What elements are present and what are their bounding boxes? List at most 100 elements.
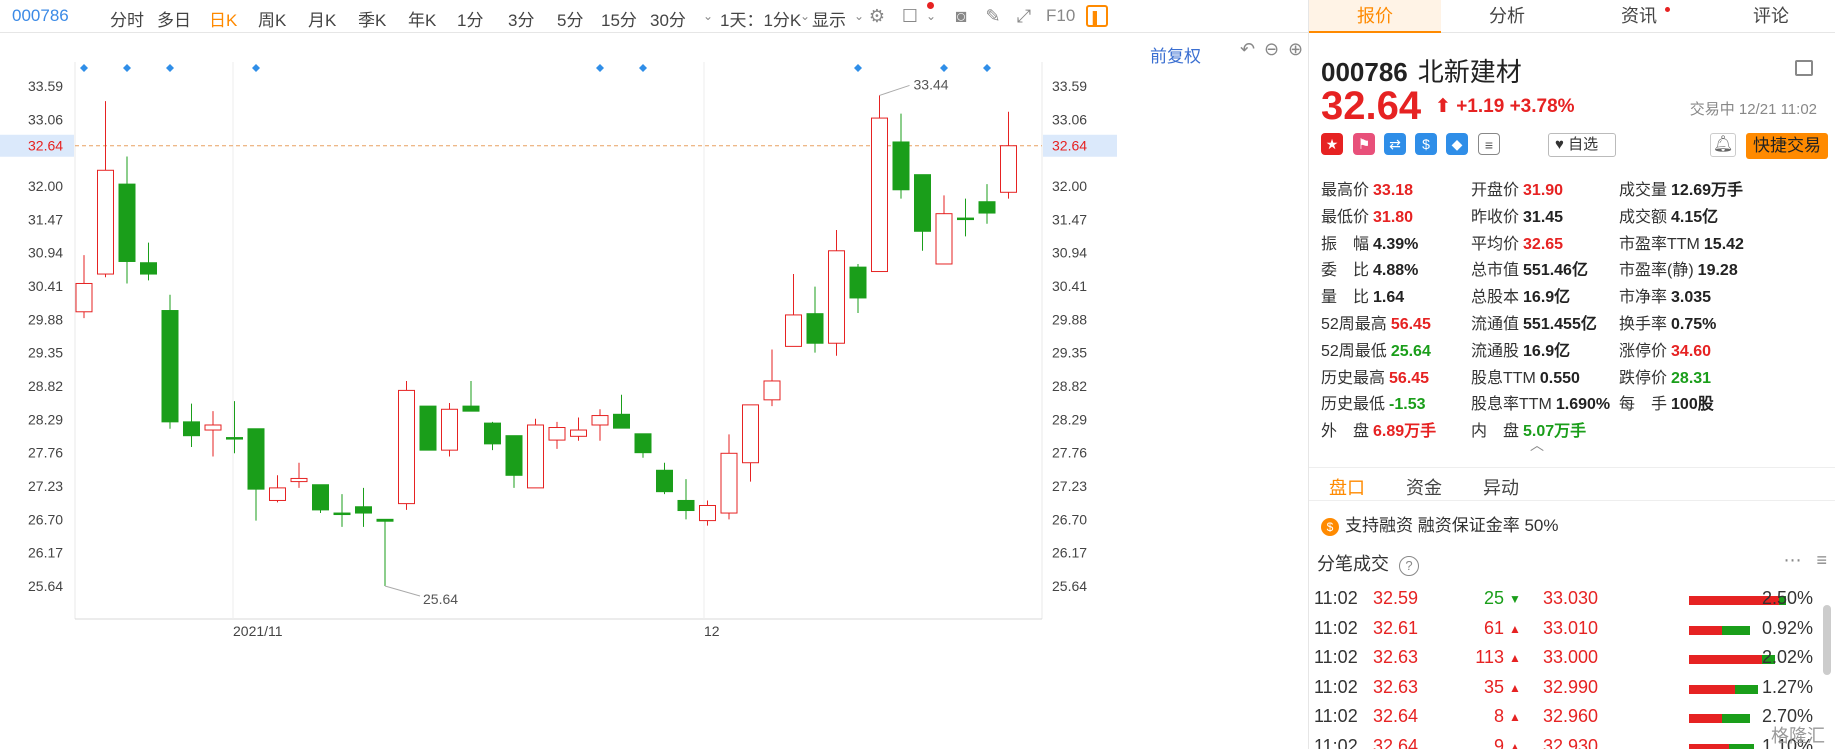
price-change: ⬆ +1.19 +3.78%	[1435, 95, 1575, 118]
y-tick-label-left: 27.23	[28, 478, 63, 494]
chart-toolbar: 000786 分时 多日 日K 周K 月K 季K 年K 1分 3分 5分 15分 30分 ⌄ 1天：1分…	[0, 0, 1308, 33]
stat-value: 0.75%	[1671, 315, 1717, 333]
layout-icon[interactable]	[1795, 60, 1813, 76]
y-tick-label-right: 29.88	[1052, 311, 1087, 327]
period-1[interactable]: 多日	[157, 6, 191, 31]
trade-bid-price: 32.990	[1543, 676, 1599, 697]
stat-label: 成交量	[1619, 182, 1668, 199]
candle-body	[957, 217, 974, 221]
change-pct: +3.78%	[1509, 96, 1575, 117]
panel-toggle-icon[interactable]: ▌	[1086, 5, 1108, 27]
tab-comments[interactable]: 评论	[1705, 0, 1835, 33]
trade-price: 32.64	[1373, 735, 1419, 749]
candle-body	[97, 169, 114, 275]
news-dot	[1665, 7, 1670, 12]
fullscreen-icon[interactable]: ⤢	[1013, 5, 1035, 27]
candle-body	[935, 213, 953, 265]
fuquan-select[interactable]: 前复权	[1150, 42, 1201, 67]
trade-percent: 2.02%	[1761, 647, 1813, 667]
period-7[interactable]: 1分	[457, 6, 483, 31]
stat-value: 34.60	[1671, 342, 1712, 360]
quick-trade-button[interactable]: 快捷交易	[1746, 133, 1828, 159]
kline-chart[interactable]: 33.59 33.59 33.06 33.06 32.00 32.00 31.47 31.47…	[0, 34, 1308, 749]
subtab-funds[interactable]: 资金	[1406, 474, 1442, 500]
candle-body	[978, 201, 996, 214]
y-tick-label-left: 26.17	[28, 545, 63, 561]
stat-cell: 振 幅 4.39%	[1321, 230, 1418, 254]
chevron-down-icon[interactable]: ⌄	[697, 5, 719, 27]
period-11[interactable]: 30分	[650, 6, 686, 31]
menu-icon[interactable]: ≡	[1816, 550, 1827, 570]
stat-label: 涨停价	[1619, 342, 1668, 360]
subtab-movement[interactable]: 异动	[1483, 474, 1519, 500]
dollar-icon[interactable]: $	[1415, 133, 1437, 155]
stats-grid: 最高价 33.18 开盘价 31.90 成交量 12.69万手 最低价 31.80 昨收价 31.…	[1321, 176, 1831, 444]
trade-price: 32.59	[1373, 588, 1419, 608]
camera-icon[interactable]: ◙	[950, 5, 972, 27]
runner-icon[interactable]: ⚑	[1353, 133, 1375, 155]
scrollbar[interactable]	[1823, 605, 1831, 675]
tab-news[interactable]: 资讯	[1573, 0, 1705, 33]
trade-status: 交易中 12/21 11:02	[1689, 101, 1817, 118]
coin-icon: $	[1321, 518, 1339, 536]
subtab-pankou[interactable]: 盘口	[1329, 474, 1365, 500]
period-9[interactable]: 5分	[557, 6, 583, 31]
bell-icon[interactable]: 🔔︎	[1710, 133, 1736, 157]
tab-analysis[interactable]: 分析	[1441, 0, 1573, 33]
stat-value: 31.90	[1523, 182, 1564, 199]
y-tick-label-left: 30.94	[28, 245, 63, 261]
stat-label: 历史最高	[1321, 369, 1386, 387]
period-4[interactable]: 月K	[308, 6, 336, 31]
stat-value: 3.035	[1671, 289, 1712, 307]
trade-volume: 113	[1475, 647, 1504, 667]
stat-label: 市盈率(静)	[1619, 262, 1694, 280]
stat-label: 委 比	[1321, 262, 1370, 280]
collapse-caret-icon[interactable]: ︿	[1530, 435, 1544, 455]
tab-quote[interactable]: 报价	[1309, 0, 1441, 33]
trade-volume: 35	[1483, 676, 1504, 697]
period-10[interactable]: 15分	[601, 6, 637, 31]
stat-cell: 量 比 1.64	[1321, 283, 1404, 307]
sub-tabs: 盘口 资金 异动	[1309, 467, 1835, 501]
stat-label: 内 盘	[1471, 423, 1520, 441]
stat-label: 股息TTM	[1471, 369, 1536, 387]
stats-row: 最低价 31.80 昨收价 31.45 成交额 4.15亿	[1321, 203, 1831, 230]
stat-label: 最低价	[1321, 208, 1370, 226]
tag-icon[interactable]: ◆	[1446, 133, 1468, 155]
settings-icon[interactable]: ⚙	[866, 5, 888, 27]
period-8[interactable]: 3分	[508, 6, 534, 31]
candle-body	[720, 452, 738, 514]
stat-label: 外 盘	[1321, 423, 1370, 441]
period-0[interactable]: 分时	[110, 6, 144, 31]
zoom-in-icon[interactable]: ⊕	[1288, 39, 1303, 60]
event-marker	[596, 64, 604, 72]
y-tick-label-left: 31.47	[28, 211, 63, 227]
draw-icon[interactable]: ✎	[982, 5, 1004, 27]
stat-value: 1.690%	[1555, 396, 1611, 414]
more-icon[interactable]: ⋯	[1783, 550, 1801, 570]
stats-row: 最高价 33.18 开盘价 31.90 成交量 12.69万手	[1321, 176, 1831, 203]
stat-label: 52周最低	[1321, 342, 1387, 360]
period-2[interactable]: 日K	[209, 6, 237, 31]
help-icon[interactable]: ?	[1399, 556, 1419, 576]
period-5[interactable]: 季K	[358, 6, 386, 31]
margin-text: 支持融资 融资保证金率 50%	[1345, 516, 1559, 535]
note-icon[interactable]: ≡	[1478, 133, 1500, 155]
display-menu[interactable]: 显示	[812, 6, 846, 31]
y-tick-label-right: 30.41	[1052, 278, 1087, 294]
period-3[interactable]: 周K	[258, 6, 286, 31]
stat-cell: 52周最低 25.64	[1321, 337, 1431, 361]
china-flag-icon[interactable]: ★	[1321, 133, 1343, 155]
add-watchlist-button[interactable]: ♥ 自选	[1548, 133, 1616, 157]
stock-code-link[interactable]: 000786	[12, 6, 69, 26]
square-tool-icon[interactable]: ☐	[899, 5, 921, 27]
interval-select[interactable]: 1天：1分K	[720, 6, 801, 31]
shuffle-icon[interactable]: ⇄	[1384, 133, 1406, 155]
stat-value: 1.64	[1373, 289, 1405, 307]
stat-label: 平均价	[1471, 235, 1520, 253]
f10-button[interactable]: F10	[1046, 6, 1075, 26]
zoom-out-icon[interactable]: ⊖	[1264, 39, 1279, 60]
period-6[interactable]: 年K	[408, 6, 436, 31]
chevron-down-icon[interactable]: ⌄	[920, 5, 942, 27]
undo-icon[interactable]: ↶	[1240, 39, 1255, 60]
